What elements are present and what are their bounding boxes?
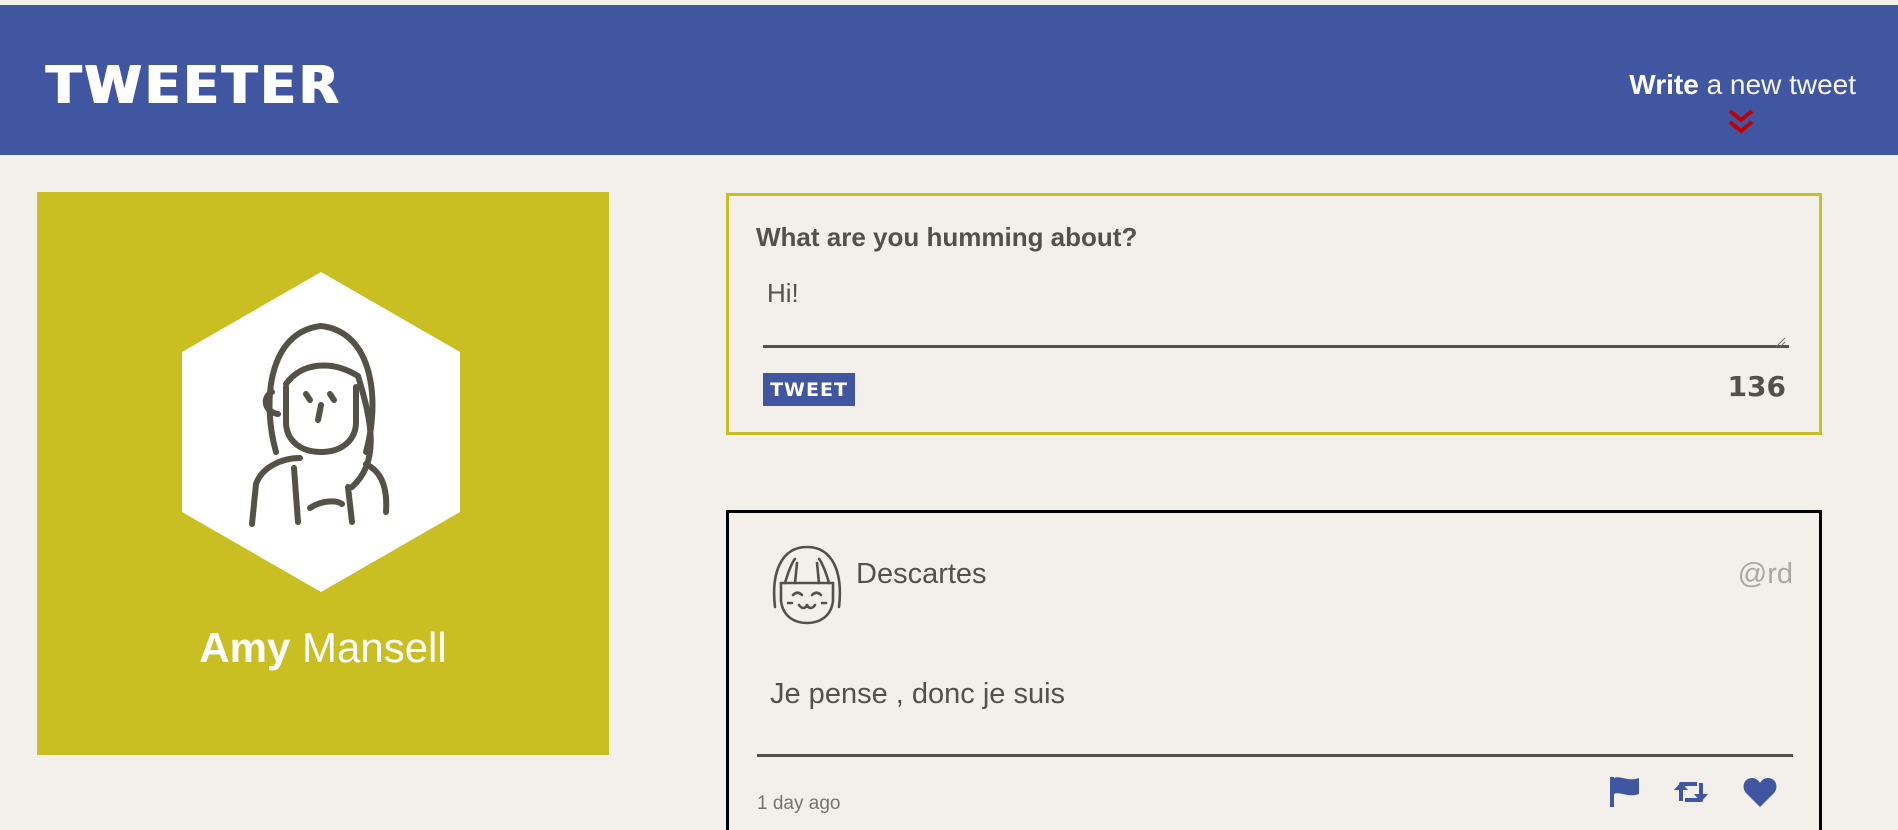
compose-label: What are you humming about? <box>756 222 1138 252</box>
user-avatar-icon <box>772 545 842 625</box>
profile-avatar <box>182 272 460 592</box>
new-tweet-form: What are you humming about? Hi! TWEET 13… <box>726 193 1822 435</box>
write-tweet-toggle[interactable]: Write a new tweet <box>1629 67 1856 103</box>
write-tweet-toggle-strong: Write <box>1629 69 1699 100</box>
flag-icon[interactable] <box>1607 775 1643 809</box>
tweet-button[interactable]: TWEET <box>763 373 855 406</box>
tweet-author-handle: @rd <box>1737 558 1793 590</box>
tweet-divider <box>757 754 1793 757</box>
tweet-text-input[interactable]: Hi! <box>763 274 1789 348</box>
logo: TWEETER <box>46 56 342 116</box>
char-counter: 136 <box>1727 370 1786 403</box>
tweet-card: Descartes @rd Je pense , donc je suis 1 … <box>726 510 1822 830</box>
profile-first-name: Amy <box>199 624 291 671</box>
chevron-double-down-icon[interactable] <box>1726 107 1756 137</box>
resize-grip-icon[interactable] <box>1774 336 1786 348</box>
profile-card: Amy Mansell <box>37 192 609 755</box>
profile-name: Amy Mansell <box>37 622 609 674</box>
top-nav: TWEETER Write a new tweet <box>0 5 1898 155</box>
tweet-timestamp: 1 day ago <box>757 793 841 814</box>
heart-icon[interactable] <box>1742 775 1778 809</box>
tweet-author-name: Descartes <box>856 558 987 590</box>
tweet-content: Je pense , donc je suis <box>770 678 1066 710</box>
write-tweet-toggle-rest: a new tweet <box>1706 69 1856 100</box>
profile-last-name: Mansell <box>301 624 447 671</box>
retweet-icon[interactable] <box>1673 775 1709 809</box>
